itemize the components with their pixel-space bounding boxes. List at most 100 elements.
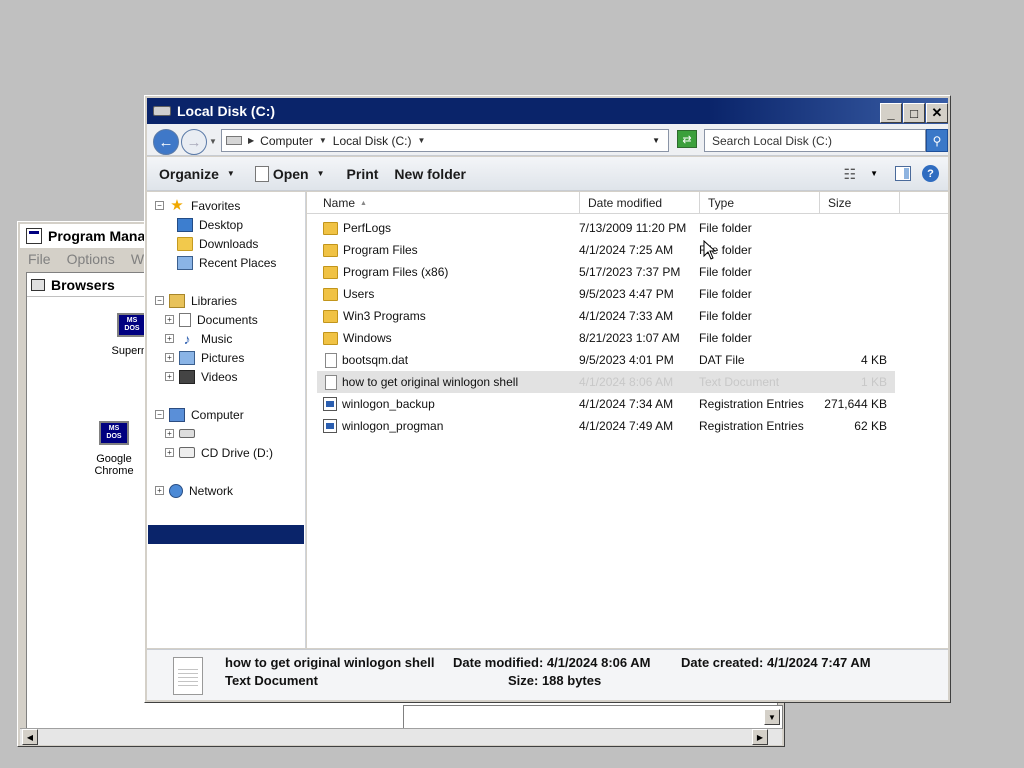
- tree-item-recent-places[interactable]: Recent Places: [177, 253, 276, 272]
- search-icon[interactable]: ⚲: [926, 129, 948, 152]
- preview-pane-icon[interactable]: [895, 166, 911, 181]
- file-row[interactable]: Program Files (x86) 5/17/2023 7:37 PM File…: [317, 261, 895, 283]
- tree-item-music[interactable]: + ♪ Music: [165, 329, 232, 348]
- tree-label: Pictures: [201, 350, 245, 365]
- tree-item-desktop[interactable]: Desktop: [177, 215, 243, 234]
- mouse-cursor-icon: [703, 240, 717, 260]
- expand-icon[interactable]: +: [165, 448, 174, 457]
- organize-button[interactable]: Organize ▼: [159, 166, 235, 182]
- file-size-cell: [807, 239, 887, 261]
- tree-label: Favorites: [191, 198, 241, 213]
- file-name-cell[interactable]: bootsqm.dat: [323, 349, 408, 371]
- scroll-left-icon[interactable]: ◀: [22, 729, 38, 745]
- file-date-cell: 9/5/2023 4:01 PM: [579, 353, 674, 367]
- file-name-cell[interactable]: Win3 Programs: [323, 305, 426, 327]
- help-icon[interactable]: ?: [922, 165, 939, 182]
- file-name-cell[interactable]: PerfLogs: [323, 217, 391, 239]
- file-name-cell[interactable]: winlogon_progman: [323, 415, 443, 437]
- program-manager-icon: [26, 228, 42, 244]
- chevron-down-icon[interactable]: ▼: [417, 136, 425, 145]
- file-row[interactable]: Win3 Programs 4/1/2024 7:33 AM File folder: [317, 305, 895, 327]
- breadcrumb-local-disk[interactable]: Local Disk (C:): [333, 134, 412, 148]
- file-row[interactable]: winlogon_progman 4/1/2024 7:49 AM Registra…: [317, 415, 895, 437]
- ms-dos-icon[interactable]: MS DOS: [99, 421, 129, 445]
- file-row[interactable]: PerfLogs 7/13/2009 11:20 PM File folder: [317, 217, 895, 239]
- search-input[interactable]: Search Local Disk (C:): [704, 129, 926, 152]
- menu-options[interactable]: Options: [67, 251, 115, 267]
- refresh-icon[interactable]: ⇄: [677, 130, 697, 148]
- tree-item-pictures[interactable]: + Pictures: [165, 348, 244, 367]
- breadcrumb-computer[interactable]: Computer: [260, 134, 313, 148]
- view-options-icon[interactable]: ☷: [843, 166, 856, 183]
- folder-icon: [323, 309, 338, 323]
- scroll-right-icon[interactable]: ▶: [752, 729, 768, 745]
- tree-item-libraries[interactable]: − Libraries: [155, 291, 237, 310]
- file-row[interactable]: winlogon_backup 4/1/2024 7:34 AM Registrat…: [317, 393, 895, 415]
- chevron-down-icon[interactable]: ▼: [870, 169, 878, 178]
- back-arrow-icon[interactable]: ←: [153, 129, 179, 155]
- tree-item-local-disk[interactable]: + Local Disk (C:): [165, 424, 280, 443]
- tree-item-downloads[interactable]: Downloads: [177, 234, 258, 253]
- chevron-down-icon: ▼: [226, 169, 235, 178]
- file-row[interactable]: Users 9/5/2023 4:47 PM File folder: [317, 283, 895, 305]
- expand-icon[interactable]: +: [165, 315, 174, 324]
- file-list-pane[interactable]: Name ▲ Date modified Type Size PerfLogs 7…: [307, 192, 948, 648]
- file-row[interactable]: Windows 8/21/2023 1:07 AM File folder: [317, 327, 895, 349]
- collapse-icon[interactable]: −: [155, 296, 164, 305]
- file-row[interactable]: Program Files 4/1/2024 7:25 AM File folder: [317, 239, 895, 261]
- history-dropdown-icon[interactable]: ▼: [209, 137, 217, 146]
- minimize-button[interactable]: _: [880, 103, 902, 123]
- column-header-date[interactable]: Date modified: [580, 192, 700, 214]
- network-icon: [169, 483, 183, 498]
- file-name-cell[interactable]: Program Files (x86): [323, 261, 448, 283]
- ms-dos-icon[interactable]: MS DOS: [117, 313, 147, 337]
- tree-item-computer[interactable]: − Computer: [155, 405, 244, 424]
- new-folder-button[interactable]: New folder: [394, 166, 466, 182]
- print-button[interactable]: Print: [347, 166, 379, 182]
- column-header-size[interactable]: Size: [820, 192, 900, 214]
- file-type-cell: File folder: [699, 309, 752, 323]
- file-size-cell: 62 KB: [854, 419, 887, 433]
- column-header-name[interactable]: Name ▲: [315, 192, 580, 214]
- chevron-down-icon[interactable]: ▼: [319, 136, 327, 145]
- horizontal-scrollbar[interactable]: ◀ ▶: [20, 728, 782, 745]
- collapse-icon[interactable]: −: [155, 201, 164, 210]
- navigation-pane[interactable]: − ★ Favorites Desktop Downloads Recent P…: [147, 192, 306, 648]
- file-row[interactable]: how to get original winlogon shell 4/1/20…: [317, 371, 895, 393]
- open-button[interactable]: Open ▼: [254, 165, 325, 182]
- address-breadcrumb[interactable]: ▶ Computer ▼ Local Disk (C:) ▼ ▼: [221, 129, 669, 152]
- explorer-window[interactable]: Local Disk (C:) _ □ ✕ ← → ▼ ▶ Computer ▼…: [144, 95, 951, 703]
- expand-icon[interactable]: +: [165, 372, 174, 381]
- chevron-right-icon[interactable]: ▶: [248, 136, 254, 145]
- menu-file[interactable]: File: [28, 251, 51, 267]
- address-dropdown-icon[interactable]: ▼: [652, 136, 660, 145]
- google-chrome-label[interactable]: Google Chrome: [79, 453, 149, 477]
- tree-item-network[interactable]: + Network: [155, 481, 233, 500]
- file-row[interactable]: bootsqm.dat 9/5/2023 4:01 PM DAT File 4 KB: [317, 349, 895, 371]
- file-name-cell[interactable]: Windows: [323, 327, 392, 349]
- tree-item-cd-drive[interactable]: + CD Drive (D:): [165, 443, 273, 462]
- expand-icon[interactable]: +: [155, 486, 164, 495]
- file-name-cell[interactable]: how to get original winlogon shell: [323, 371, 518, 393]
- tree-item-videos[interactable]: + Videos: [165, 367, 237, 386]
- collapse-icon[interactable]: −: [155, 410, 164, 419]
- group-subwindow[interactable]: ▼: [403, 705, 783, 729]
- forward-arrow-icon[interactable]: →: [181, 129, 207, 155]
- scroll-down-icon[interactable]: ▼: [764, 709, 780, 725]
- expand-icon[interactable]: +: [165, 353, 174, 362]
- menu-window[interactable]: W: [131, 251, 144, 267]
- file-name-cell[interactable]: Users: [323, 283, 374, 305]
- close-button[interactable]: ✕: [926, 103, 948, 123]
- file-name-cell[interactable]: Program Files: [323, 239, 418, 261]
- cd-drive-icon: [179, 447, 195, 458]
- tree-item-documents[interactable]: + Documents: [165, 310, 258, 329]
- tree-item-favorites[interactable]: − ★ Favorites: [155, 196, 240, 215]
- maximize-button[interactable]: □: [903, 103, 925, 123]
- expand-icon[interactable]: +: [165, 429, 174, 438]
- file-name-cell[interactable]: winlogon_backup: [323, 393, 435, 415]
- libraries-icon: [169, 293, 185, 308]
- column-header-type[interactable]: Type: [700, 192, 820, 214]
- explorer-titlebar[interactable]: Local Disk (C:) _ □ ✕: [147, 98, 948, 124]
- expand-icon[interactable]: +: [165, 334, 174, 343]
- program-manager-title: Program Mana: [48, 228, 146, 244]
